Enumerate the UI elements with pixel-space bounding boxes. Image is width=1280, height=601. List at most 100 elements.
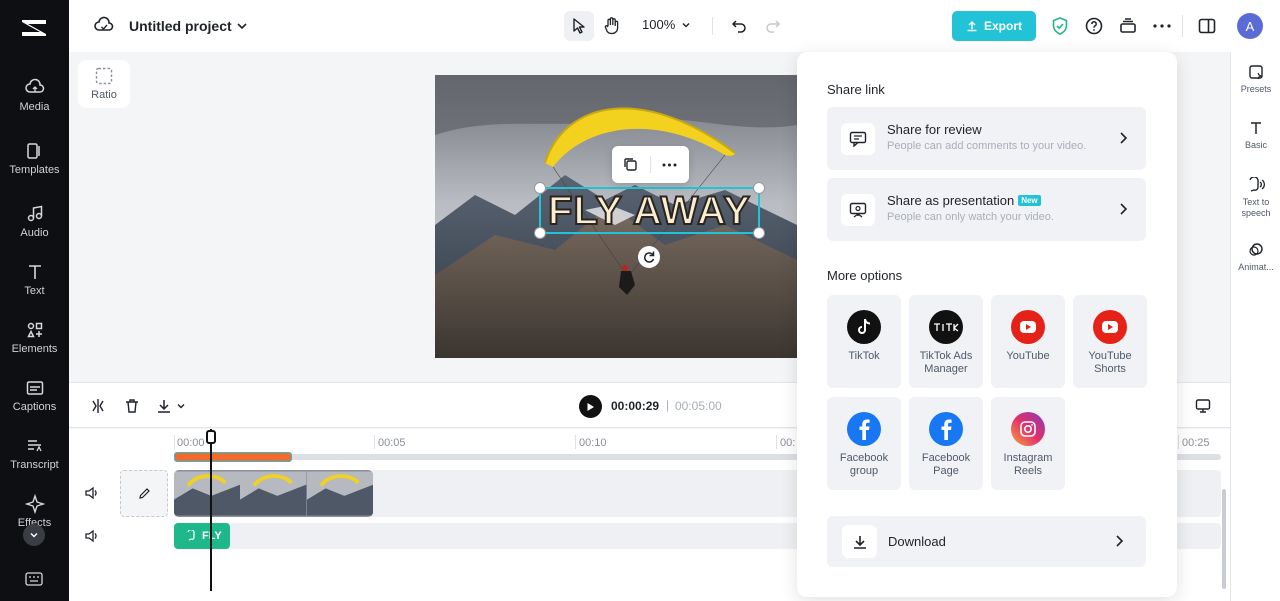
video-thumbnail [306, 471, 373, 516]
cloud-sync-icon[interactable] [94, 16, 114, 34]
rail-item-text-to-speech[interactable]: Text to speech [1231, 177, 1280, 219]
tick-label: 00:25 [1182, 437, 1210, 449]
tick-label: 00: [780, 437, 796, 449]
download-card[interactable]: Download [827, 516, 1146, 567]
trash-icon[interactable] [124, 398, 140, 414]
option-label: TikTok [848, 350, 880, 362]
sidebar-expand-button[interactable] [23, 524, 45, 546]
sidebar-item-captions[interactable]: Captions [0, 378, 69, 413]
volume-icon[interactable] [84, 486, 100, 500]
panel-toggle-button[interactable] [1196, 15, 1218, 37]
more-options-button[interactable] [1151, 15, 1173, 37]
play-button[interactable] [579, 395, 602, 418]
chevron-down-icon[interactable] [176, 401, 186, 411]
keyboard-icon[interactable] [25, 572, 43, 586]
tick-label: 00:00 [177, 437, 205, 449]
download-icon[interactable] [156, 398, 172, 414]
youtube-shorts-icon [1093, 310, 1127, 344]
undo-button[interactable] [727, 14, 751, 38]
card-subtitle: People can add comments to your video. [887, 140, 1087, 152]
shield-button[interactable] [1049, 15, 1071, 37]
video-preview[interactable]: FLY AWAY [435, 75, 797, 358]
duplicate-icon[interactable] [623, 157, 638, 172]
timeline-scrollbar[interactable] [1222, 489, 1226, 589]
option-youtube[interactable]: YouTube [991, 295, 1065, 388]
user-avatar[interactable]: A [1237, 13, 1263, 39]
project-title[interactable]: Untitled project [129, 18, 232, 34]
resize-handle[interactable] [534, 182, 546, 194]
option-facebook-page[interactable]: Facebook Page [909, 397, 983, 490]
hand-tool-button[interactable] [597, 11, 627, 41]
icon-box [842, 525, 877, 558]
share-panel: Share link Share for review People can a… [797, 52, 1177, 597]
resize-handle[interactable] [753, 227, 765, 239]
toolbar-divider [650, 156, 651, 173]
rail-item-animation[interactable]: Animat... [1231, 242, 1280, 272]
option-youtube-shorts[interactable]: YouTube Shorts [1073, 295, 1147, 388]
chevron-down-icon [30, 533, 38, 538]
rail-item-label: Text to speech [1241, 197, 1271, 218]
presets-icon [1249, 65, 1263, 80]
card-title: Share for review [887, 122, 982, 137]
option-tiktok[interactable]: TikTok [827, 295, 901, 388]
sidebar-item-media[interactable]: Media [0, 78, 69, 113]
sidebar-item-label: Audio [20, 227, 49, 239]
top-bar: Untitled project 100% Export A [69, 0, 1280, 52]
animation-icon [1249, 243, 1263, 256]
sidebar-item-transcript[interactable]: Transcript [0, 436, 69, 471]
transcript-icon [27, 440, 42, 452]
sidebar-item-label: Elements [11, 343, 58, 355]
more-options-title: More options [827, 268, 903, 283]
playhead[interactable] [210, 429, 212, 591]
text-selection-box[interactable]: FLY AWAY [534, 182, 765, 239]
volume-icon[interactable] [84, 529, 100, 543]
rail-item-basic[interactable]: Basic [1231, 120, 1280, 150]
text-icon [1251, 122, 1261, 134]
sidebar-item-audio[interactable]: Audio [0, 204, 69, 239]
resize-handle[interactable] [534, 227, 546, 239]
export-button[interactable]: Export [952, 11, 1036, 41]
select-tool-button[interactable] [564, 11, 594, 41]
layers-button[interactable] [1117, 15, 1139, 37]
left-sidebar: Media Templates Audio Text Elements Capt… [0, 0, 69, 601]
sidebar-item-templates[interactable]: Templates [0, 141, 69, 176]
sidebar-item-text[interactable]: Text [0, 262, 69, 297]
share-as-presentation-card[interactable]: Share as presentation New People can only… [827, 178, 1146, 241]
redo-button[interactable] [761, 14, 785, 38]
sidebar-item-label: Media [19, 101, 50, 113]
video-clip[interactable] [174, 470, 373, 517]
option-facebook-group[interactable]: Facebook group [827, 397, 901, 490]
toolbar-divider [1182, 15, 1183, 37]
zoom-dropdown[interactable]: 100% [642, 17, 691, 32]
more-horizontal-icon[interactable] [662, 163, 677, 167]
share-for-review-card[interactable]: Share for review People can add comments… [827, 107, 1146, 170]
rail-item-presets[interactable]: Presets [1231, 64, 1280, 94]
sidebar-item-elements[interactable]: Elements [0, 320, 69, 355]
option-instagram-reels[interactable]: Instagram Reels [991, 397, 1065, 490]
tick-mark [374, 435, 375, 449]
playhead-handle[interactable] [206, 430, 216, 444]
chevron-down-icon[interactable] [236, 20, 248, 32]
option-label: YouTube Shorts [1088, 350, 1132, 375]
resize-handle[interactable] [753, 182, 765, 194]
share-link-title: Share link [827, 82, 885, 97]
edit-cover-button[interactable] [120, 470, 168, 517]
instagram-icon [1011, 412, 1045, 446]
ratio-button[interactable]: Ratio [78, 60, 130, 108]
option-label: Facebook Page [921, 452, 971, 477]
rail-item-label: Basic [1244, 140, 1267, 150]
templates-icon [26, 143, 40, 159]
text-overlay[interactable]: FLY AWAY [541, 190, 758, 232]
caption-preview-icon[interactable] [1195, 398, 1211, 414]
facebook-icon [929, 412, 963, 446]
audio-clip[interactable] [174, 452, 292, 462]
capcut-logo [22, 20, 46, 36]
split-icon[interactable] [90, 398, 106, 414]
rotate-handle[interactable] [638, 246, 660, 268]
text-clip[interactable]: FLY [174, 523, 230, 549]
shield-check-icon [1052, 17, 1068, 35]
option-tiktok-ads-manager[interactable]: TikTok Ads Manager [909, 295, 983, 388]
right-property-rail: Presets Basic Text to speech Animat... [1223, 52, 1280, 601]
help-button[interactable] [1083, 15, 1105, 37]
effects-icon [24, 494, 45, 514]
